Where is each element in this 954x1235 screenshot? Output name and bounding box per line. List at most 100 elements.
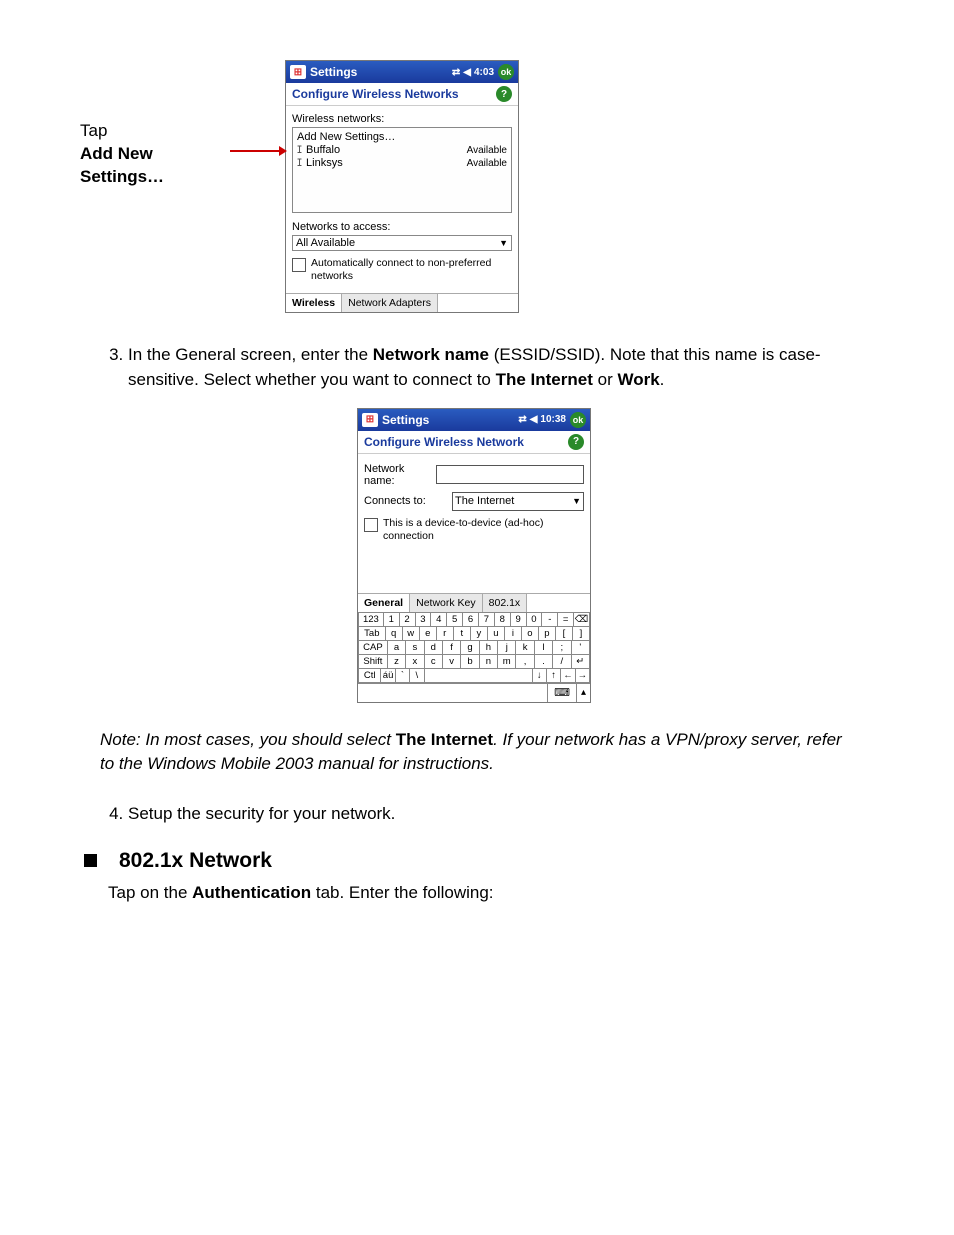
callout-text: Tap Add New Settings… <box>80 60 230 189</box>
key[interactable]: CAP <box>358 641 388 655</box>
networks-listbox[interactable]: Add New Settings… ⵊ Buffalo Available ⵊ … <box>292 127 512 213</box>
adhoc-checkbox[interactable] <box>364 518 378 532</box>
ok-button[interactable]: ok <box>570 412 586 428</box>
callout-line-3: Settings… <box>80 166 230 189</box>
key[interactable]: y <box>471 627 488 641</box>
key[interactable]: z <box>388 655 406 669</box>
auto-connect-row[interactable]: Automatically connect to non-preferred n… <box>292 257 512 283</box>
tab-network-adapters[interactable]: Network Adapters <box>342 294 438 312</box>
key[interactable]: m <box>498 655 516 669</box>
list-item-add-new[interactable]: Add New Settings… <box>297 131 507 143</box>
key[interactable]: 7 <box>479 613 495 627</box>
network-name-input[interactable] <box>436 465 584 484</box>
key[interactable]: c <box>425 655 443 669</box>
networks-to-access-dropdown[interactable]: All Available ▼ <box>292 235 512 251</box>
key[interactable]: k <box>516 641 534 655</box>
list-item[interactable]: ⵊ Linksys Available <box>297 157 507 169</box>
instruction-step-4: Setup the security for your network. <box>80 802 874 827</box>
key[interactable]: - <box>542 613 558 627</box>
key[interactable]: 123 <box>358 613 384 627</box>
key[interactable]: t <box>454 627 471 641</box>
key[interactable]: áü <box>381 669 395 683</box>
key[interactable]: Tab <box>358 627 386 641</box>
help-icon[interactable]: ? <box>568 434 584 450</box>
section-heading-text: 802.1x Network <box>119 849 272 873</box>
key[interactable]: f <box>443 641 461 655</box>
key[interactable]: Ctl <box>358 669 381 683</box>
key[interactable]: h <box>480 641 498 655</box>
section-heading-8021x: 802.1x Network <box>80 849 874 873</box>
key[interactable]: 9 <box>511 613 527 627</box>
key[interactable]: e <box>420 627 437 641</box>
ok-button[interactable]: ok <box>498 64 514 80</box>
key[interactable]: 1 <box>384 613 400 627</box>
key[interactable]: 5 <box>447 613 463 627</box>
tab-8021x[interactable]: 802.1x <box>483 594 528 612</box>
step-3-text: In the General screen, enter the Network… <box>128 343 874 392</box>
list-item[interactable]: ⵊ Buffalo Available <box>297 144 507 156</box>
connects-to-dropdown[interactable]: The Internet ▼ <box>452 492 584 511</box>
auto-connect-checkbox[interactable] <box>292 258 306 272</box>
key[interactable]: j <box>498 641 516 655</box>
key-backspace-icon[interactable]: ⌫ <box>574 613 590 627</box>
soft-keyboard[interactable]: 123 1 2 3 4 5 6 7 8 9 0 - = ⌫ Tab q w e … <box>358 612 590 683</box>
subheader-title: Configure Wireless Networks <box>292 87 459 101</box>
key[interactable]: / <box>553 655 571 669</box>
key[interactable]: = <box>558 613 574 627</box>
key[interactable]: i <box>505 627 522 641</box>
key[interactable]: ; <box>553 641 571 655</box>
key-up-icon[interactable]: ↑ <box>547 669 561 683</box>
key[interactable]: 6 <box>463 613 479 627</box>
instruction-step-3: In the General screen, enter the Network… <box>80 343 874 392</box>
step-4-text: Setup the security for your network. <box>128 802 874 827</box>
key[interactable]: w <box>403 627 420 641</box>
adhoc-row[interactable]: This is a device-to-device (ad-hoc) conn… <box>364 517 584 543</box>
key-down-icon[interactable]: ↓ <box>533 669 547 683</box>
key[interactable]: d <box>425 641 443 655</box>
key[interactable]: [ <box>556 627 573 641</box>
key-left-icon[interactable]: ← <box>561 669 575 683</box>
key[interactable]: 0 <box>527 613 543 627</box>
tab-network-key[interactable]: Network Key <box>410 594 483 612</box>
key[interactable]: . <box>535 655 553 669</box>
key[interactable]: ' <box>572 641 590 655</box>
key[interactable]: 2 <box>400 613 416 627</box>
section-body: Tap on the Authentication tab. Enter the… <box>108 883 874 903</box>
key[interactable]: q <box>386 627 403 641</box>
adhoc-label: This is a device-to-device (ad-hoc) conn… <box>383 517 584 543</box>
key[interactable]: ` <box>396 669 410 683</box>
key[interactable]: o <box>522 627 539 641</box>
bottom-tabs: General Network Key 802.1x <box>358 593 590 612</box>
connectivity-icon: ⇄ <box>452 67 460 78</box>
key[interactable]: g <box>461 641 479 655</box>
key[interactable]: r <box>437 627 454 641</box>
key[interactable]: , <box>516 655 534 669</box>
key-enter-icon[interactable]: ↵ <box>572 655 590 669</box>
key[interactable]: 8 <box>495 613 511 627</box>
speaker-icon: ◀ <box>530 414 538 425</box>
key[interactable]: l <box>535 641 553 655</box>
keyboard-icon[interactable]: ⌨ <box>547 684 576 702</box>
key[interactable]: a <box>388 641 406 655</box>
key-right-icon[interactable]: → <box>576 669 590 683</box>
key[interactable]: \ <box>410 669 424 683</box>
key[interactable]: u <box>488 627 505 641</box>
tab-general[interactable]: General <box>358 594 410 612</box>
subheader: Configure Wireless Networks ? <box>286 83 518 106</box>
key[interactable]: n <box>480 655 498 669</box>
key[interactable]: b <box>461 655 479 669</box>
key[interactable]: p <box>539 627 556 641</box>
key[interactable]: ] <box>573 627 590 641</box>
help-icon[interactable]: ? <box>496 86 512 102</box>
key[interactable]: 4 <box>431 613 447 627</box>
key[interactable]: s <box>406 641 424 655</box>
key[interactable]: v <box>443 655 461 669</box>
sip-up-icon[interactable]: ▴ <box>576 684 590 702</box>
key-space[interactable] <box>425 669 533 683</box>
key[interactable]: 3 <box>416 613 432 627</box>
tab-wireless[interactable]: Wireless <box>286 294 342 312</box>
key[interactable]: x <box>406 655 424 669</box>
signal-icon: ⵊ <box>297 145 302 156</box>
section-bullet-icon <box>84 854 97 867</box>
key[interactable]: Shift <box>358 655 388 669</box>
